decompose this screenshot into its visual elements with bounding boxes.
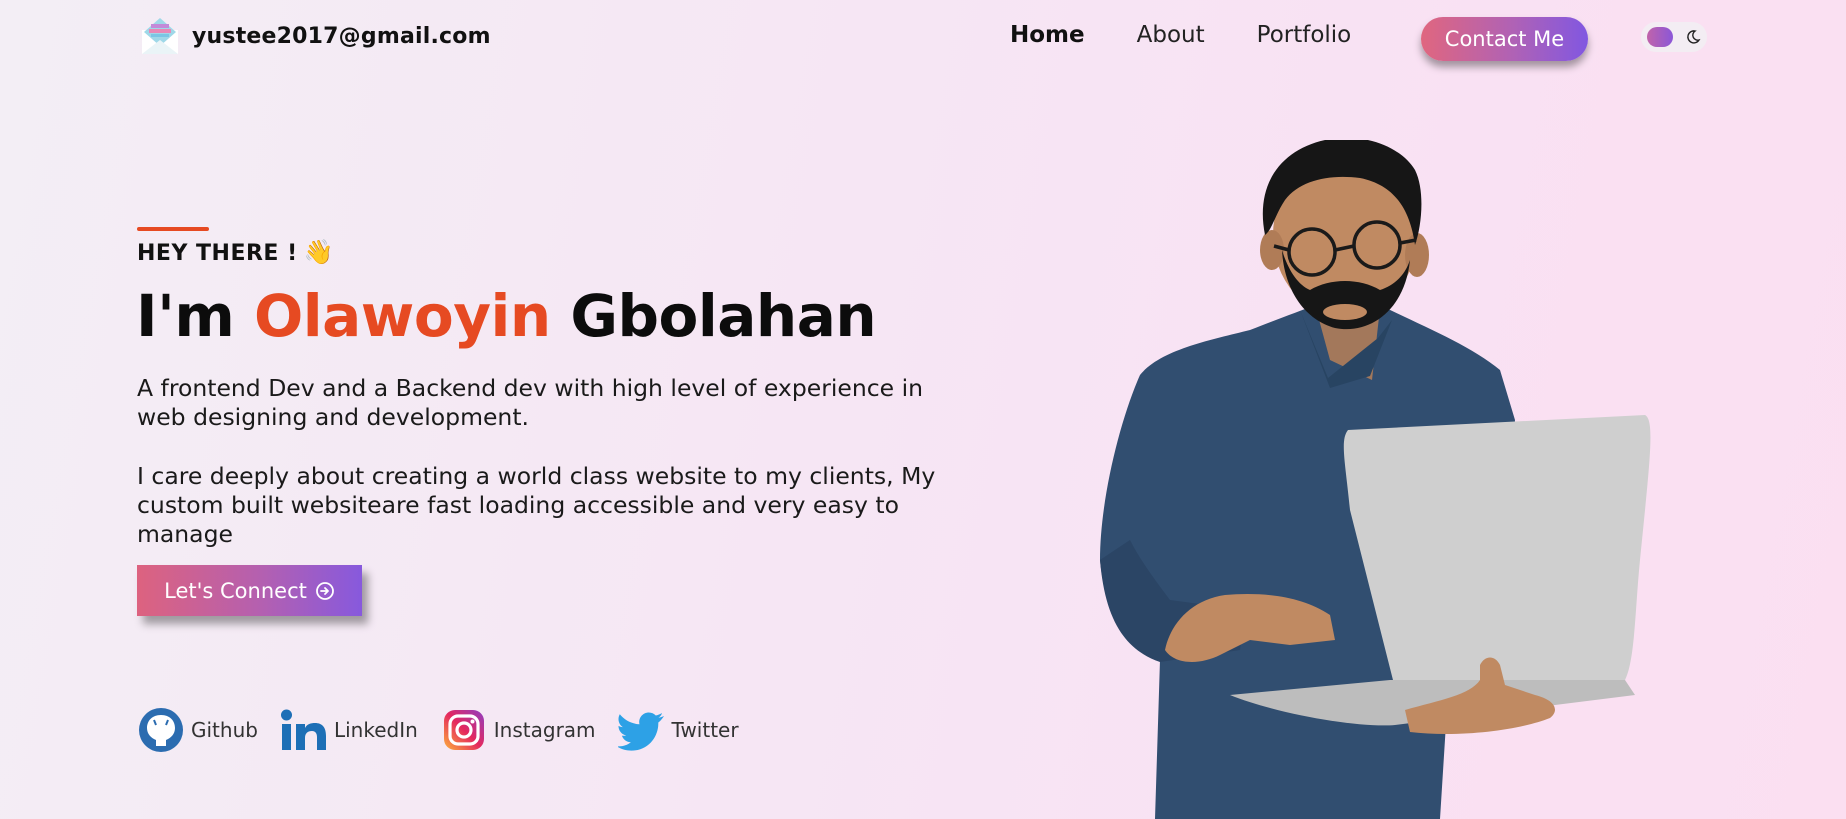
headline-prefix: I'm [136, 282, 235, 350]
moon-icon [1687, 30, 1701, 44]
social-label: Instagram [493, 718, 596, 742]
brand-email: yustee2017@gmail.com [192, 23, 491, 49]
top-navbar: yustee2017@gmail.com Home About Portfoli… [0, 0, 1846, 76]
arrow-circle-right-icon [315, 581, 334, 600]
nav-link-about[interactable]: About [1137, 22, 1205, 48]
nav-link-portfolio[interactable]: Portfolio [1257, 22, 1352, 48]
contact-me-button[interactable]: Contact Me [1421, 17, 1588, 61]
developer-illustration [1100, 140, 1651, 819]
waving-hand-icon: 👋 [303, 238, 335, 266]
instagram-icon [443, 710, 484, 750]
headline-last-name: Gbolahan [570, 282, 877, 350]
greeting-text: HEY THERE ! [137, 241, 298, 266]
github-icon [139, 708, 183, 752]
social-link-twitter[interactable]: Twitter [617, 706, 739, 754]
mail-logo-icon [142, 18, 178, 54]
social-label: LinkedIn [333, 718, 418, 742]
social-label: Twitter [671, 718, 739, 742]
greeting: HEY THERE ! 👋 [137, 238, 334, 266]
ear-right [1405, 233, 1429, 277]
hero-headline: I'm Olawoyin Gbolahan [136, 282, 877, 350]
social-link-instagram[interactable]: Instagram [440, 706, 596, 754]
social-link-github[interactable]: Github [137, 706, 258, 754]
ear-left [1260, 230, 1284, 270]
nav-link-home[interactable]: Home [1010, 22, 1085, 48]
description-paragraph: I care deeply about creating a world cla… [137, 462, 936, 548]
laptop-screen [1343, 415, 1651, 688]
social-links: Github LinkedIn Instagram Twitter [137, 706, 761, 754]
brand[interactable]: yustee2017@gmail.com [140, 16, 491, 56]
cta-label: Let's Connect [164, 578, 307, 603]
social-link-linkedin[interactable]: LinkedIn [280, 706, 418, 754]
theme-toggle[interactable] [1641, 22, 1707, 52]
twitter-icon [617, 712, 664, 751]
linkedin-icon [280, 709, 326, 750]
lets-connect-button[interactable]: Let's Connect [137, 565, 362, 616]
toggle-knob [1647, 27, 1673, 47]
main-menu: Home About Portfolio [1010, 22, 1403, 48]
accent-underline [137, 227, 209, 231]
headline-first-name: Olawoyin [253, 282, 551, 350]
intro-paragraph: A frontend Dev and a Backend dev with hi… [137, 374, 924, 431]
mouth [1323, 304, 1367, 320]
social-label: Github [191, 718, 258, 742]
